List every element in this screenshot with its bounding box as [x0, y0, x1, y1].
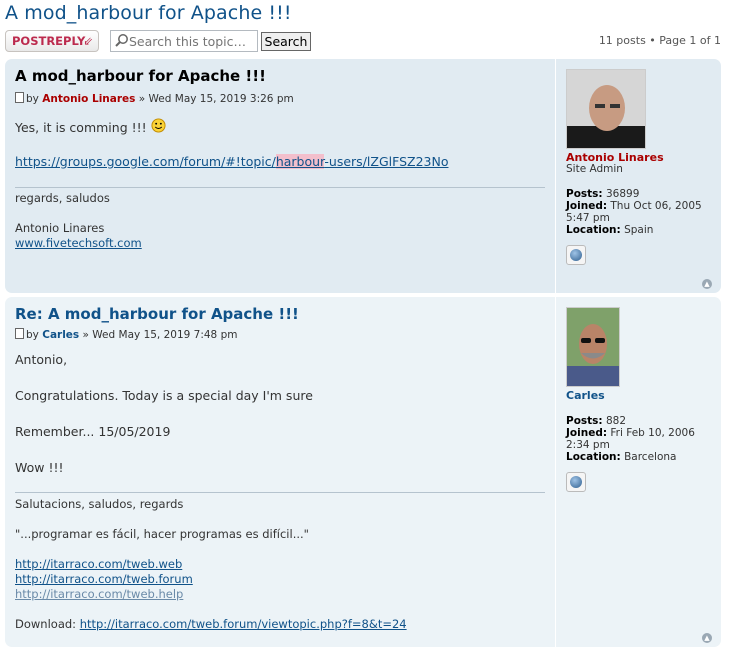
- signature-line: "...programar es fácil, hacer programas …: [15, 527, 309, 541]
- link-part[interactable]: -users/lZGlFSZ23No: [324, 154, 448, 169]
- profile-joined: Joined: Fri Feb 10, 2006: [566, 427, 695, 439]
- location-value: Barcelona: [624, 451, 677, 463]
- back-to-top-icon[interactable]: ▲: [702, 633, 712, 643]
- signature-link[interactable]: http://itarraco.com/tweb.forum: [15, 572, 193, 586]
- joined-date: Thu Oct 06, 2005: [610, 200, 702, 212]
- globe-icon: [570, 249, 582, 261]
- signature-link-line: http://itarraco.com/tweb.help: [15, 587, 183, 601]
- avatar[interactable]: [566, 307, 620, 387]
- location-label: Location:: [566, 224, 621, 236]
- signature-link[interactable]: www.fivetechsoft.com: [15, 236, 142, 250]
- profile-posts: Posts: 36899: [566, 188, 639, 200]
- google-groups-link[interactable]: https://groups.google.com/forum/#!topic/…: [15, 154, 448, 169]
- signature-link-line: http://itarraco.com/tweb.web: [15, 557, 182, 571]
- joined-date: Fri Feb 10, 2006: [610, 427, 695, 439]
- link-highlight[interactable]: harbour: [275, 154, 325, 169]
- post-author-link[interactable]: Carles: [42, 329, 79, 341]
- avatar[interactable]: [566, 69, 646, 149]
- profile-location: Location: Spain: [566, 224, 653, 236]
- joined-label: Joined:: [566, 427, 608, 439]
- avatar-image: [567, 70, 645, 148]
- profile-joined-time: 5:47 pm: [566, 212, 610, 224]
- post-text-line: Antonio,: [15, 352, 68, 367]
- link-part[interactable]: https://groups.google.com/forum/#!topic/: [15, 154, 276, 169]
- post-title[interactable]: A mod_harbour for Apache !!!: [15, 67, 266, 85]
- search-icon: [115, 34, 128, 47]
- post-text: Yes, it is comming !!!: [15, 118, 166, 135]
- post-text-line: Congratulations. Today is a special day …: [15, 388, 313, 403]
- search-box[interactable]: [110, 30, 258, 52]
- download-label: Download:: [15, 617, 77, 631]
- profile-joined: Joined: Thu Oct 06, 2005: [566, 200, 702, 212]
- signature-link-line: http://itarraco.com/tweb.forum: [15, 572, 193, 586]
- profile-username[interactable]: Carles: [566, 389, 605, 402]
- signature-line: regards, saludos: [15, 191, 110, 205]
- post: Re: A mod_harbour for Apache !!! by Carl…: [5, 297, 721, 647]
- author-profile: Carles Posts: 882 Joined: Fri Feb 10, 20…: [555, 297, 722, 647]
- signature-link[interactable]: http://itarraco.com/tweb.help: [15, 587, 183, 601]
- signature-line: Salutacions, saludos, regards: [15, 497, 184, 511]
- post-meta: by Carles » Wed May 15, 2019 7:48 pm: [15, 328, 237, 341]
- reply-arrow-icon: ⇙: [83, 34, 93, 48]
- topic-title[interactable]: A mod_harbour for Apache !!!: [5, 2, 292, 24]
- profile-posts: Posts: 882: [566, 415, 626, 427]
- post-text-line: Wow !!!: [15, 460, 64, 475]
- website-button[interactable]: [566, 472, 586, 492]
- signature-divider: [15, 492, 545, 493]
- by-label: by: [26, 329, 39, 341]
- location-label: Location:: [566, 451, 621, 463]
- location-value: Spain: [624, 224, 654, 236]
- posts-count[interactable]: 882: [606, 415, 626, 427]
- back-to-top-icon[interactable]: ▲: [702, 279, 712, 289]
- post-title[interactable]: Re: A mod_harbour for Apache !!!: [15, 305, 299, 323]
- post-meta: by Antonio Linares » Wed May 15, 2019 3:…: [15, 92, 294, 105]
- pagination: 11 posts • Page 1 of 1: [598, 34, 721, 47]
- smile-icon: [151, 118, 166, 133]
- joined-label: Joined:: [566, 200, 608, 212]
- profile-joined-time: 2:34 pm: [566, 439, 610, 451]
- download-link[interactable]: http://itarraco.com/tweb.forum/viewtopic…: [80, 617, 407, 631]
- post-text-line: Remember... 15/05/2019: [15, 424, 171, 439]
- post-text-line: Yes, it is comming !!!: [15, 120, 147, 135]
- posts-count[interactable]: 36899: [606, 188, 639, 200]
- signature-line: Antonio Linares: [15, 221, 105, 235]
- post-icon[interactable]: [15, 328, 24, 339]
- signature-link[interactable]: http://itarraco.com/tweb.web: [15, 557, 182, 571]
- post-author-link[interactable]: Antonio Linares: [42, 93, 135, 105]
- posts-label: Posts:: [566, 188, 603, 200]
- search-input[interactable]: [129, 32, 254, 50]
- by-label: by: [26, 93, 39, 105]
- profile-location: Location: Barcelona: [566, 451, 676, 463]
- posts-label: Posts:: [566, 415, 603, 427]
- author-profile: Antonio Linares Site Admin Posts: 36899 …: [555, 59, 722, 293]
- signature-link-line: www.fivetechsoft.com: [15, 236, 142, 250]
- search-button[interactable]: Search: [261, 32, 311, 51]
- post-icon[interactable]: [15, 92, 24, 103]
- website-button[interactable]: [566, 245, 586, 265]
- post-date: » Wed May 15, 2019 3:26 pm: [138, 93, 294, 105]
- avatar-image: [567, 308, 619, 386]
- post-date: » Wed May 15, 2019 7:48 pm: [82, 329, 238, 341]
- signature-divider: [15, 187, 545, 188]
- post: A mod_harbour for Apache !!! by Antonio …: [5, 59, 721, 293]
- globe-icon: [570, 476, 582, 488]
- post-reply-button[interactable]: POSTREPLY ⇙: [5, 30, 99, 52]
- download-line: Download: http://itarraco.com/tweb.forum…: [15, 617, 407, 631]
- profile-rank: Site Admin: [566, 163, 623, 175]
- post-reply-label: POSTREPLY: [12, 34, 86, 48]
